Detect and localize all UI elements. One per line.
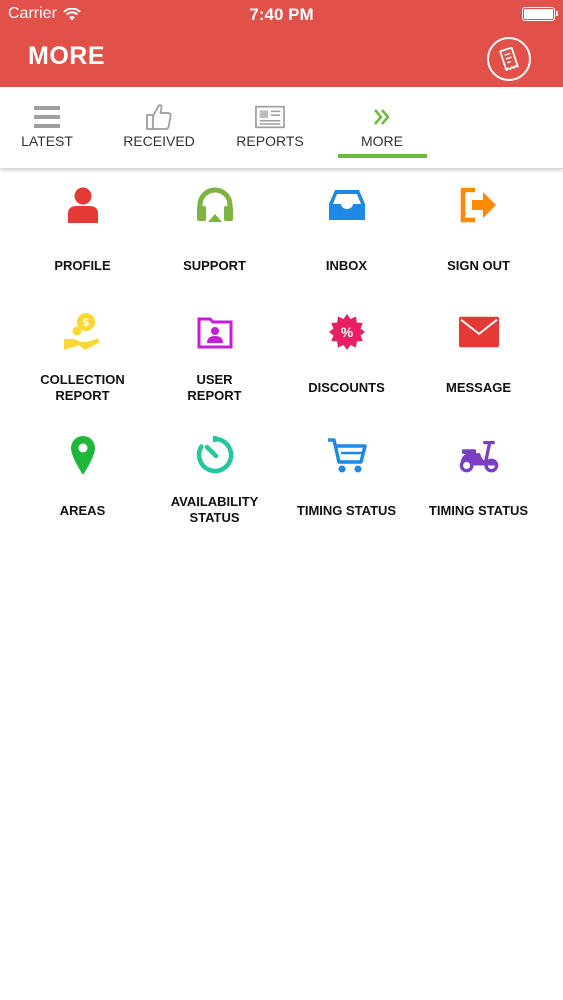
menu-item-label: INBOX <box>325 258 368 273</box>
tab-received[interactable]: RECEIVED <box>109 87 209 169</box>
menu-item-discounts[interactable]: % DISCOUNTS <box>281 312 412 412</box>
tab-reports[interactable]: REPORTS <box>220 87 320 169</box>
menu-icon <box>32 103 62 131</box>
menu-item-label: COLLECTION REPORT <box>40 372 125 403</box>
thumbs-up-icon <box>144 103 174 131</box>
scooter-icon <box>459 435 499 475</box>
menu-item-label: PROFILE <box>54 258 111 273</box>
battery-icon <box>522 7 558 21</box>
svg-text:$: $ <box>82 317 88 329</box>
menu-item-label: SIGN OUT <box>447 258 510 273</box>
menu-item-label: DISCOUNTS <box>308 380 385 395</box>
menu-item-user-report[interactable]: USER REPORT <box>149 312 280 412</box>
menu-item-areas[interactable]: AREAS <box>17 435 148 535</box>
map-pin-icon <box>63 435 103 475</box>
menu-item-availability-status[interactable]: AVAILABILITY STATUS <box>149 435 280 535</box>
tab-latest[interactable]: LATEST <box>0 87 97 169</box>
status-bar: Carrier 7:40 PM <box>0 0 563 28</box>
menu-item-label: SUPPORT <box>183 258 246 273</box>
menu-item-timing-status-scooter[interactable]: TIMING STATUS <box>413 435 544 535</box>
user-folder-icon <box>195 312 235 352</box>
menu-item-label: USER REPORT <box>187 372 242 403</box>
app-header: Carrier 7:40 PM MORE <box>0 0 563 87</box>
tab-reports-label: REPORTS <box>236 133 304 149</box>
tab-more-label: MORE <box>361 133 403 149</box>
double-chevron-right-icon <box>367 103 397 131</box>
inbox-icon <box>327 185 367 225</box>
menu-item-support[interactable]: SUPPORT <box>149 185 280 285</box>
headset-icon <box>195 185 235 225</box>
discount-badge-icon: % <box>327 312 367 352</box>
svg-text:%: % <box>340 324 353 340</box>
receipt-icon <box>499 47 519 71</box>
menu-item-timing-status-cart[interactable]: TIMING STATUS <box>281 435 412 535</box>
menu-item-label: TIMING STATUS <box>428 503 529 518</box>
menu-item-profile[interactable]: PROFILE <box>17 185 148 285</box>
tab-latest-label: LATEST <box>21 133 73 149</box>
menu-item-label: MESSAGE <box>445 380 511 395</box>
active-tab-indicator <box>338 154 427 158</box>
menu-item-message[interactable]: MESSAGE <box>413 312 544 412</box>
menu-item-label: AVAILABILITY STATUS <box>170 494 259 525</box>
page-title: MORE <box>28 42 105 70</box>
tab-bar: LATEST RECEIVED REPORTS MORE <box>0 87 563 169</box>
timer-icon <box>195 435 235 475</box>
menu-item-label: TIMING STATUS <box>296 503 397 518</box>
menu-item-label: AREAS <box>59 503 106 518</box>
sign-out-icon <box>459 185 499 225</box>
menu-item-collection-report[interactable]: $ COLLECTION REPORT <box>17 312 148 412</box>
user-icon <box>63 185 103 225</box>
coin-hand-icon: $ <box>63 312 103 352</box>
status-time: 7:40 PM <box>249 5 314 24</box>
menu-item-sign-out[interactable]: SIGN OUT <box>413 185 544 285</box>
cart-icon <box>327 435 367 475</box>
menu-item-inbox[interactable]: INBOX <box>281 185 412 285</box>
tab-received-label: RECEIVED <box>123 133 195 149</box>
newspaper-icon <box>255 103 285 131</box>
envelope-icon <box>458 312 499 352</box>
receipt-button[interactable] <box>487 37 531 81</box>
